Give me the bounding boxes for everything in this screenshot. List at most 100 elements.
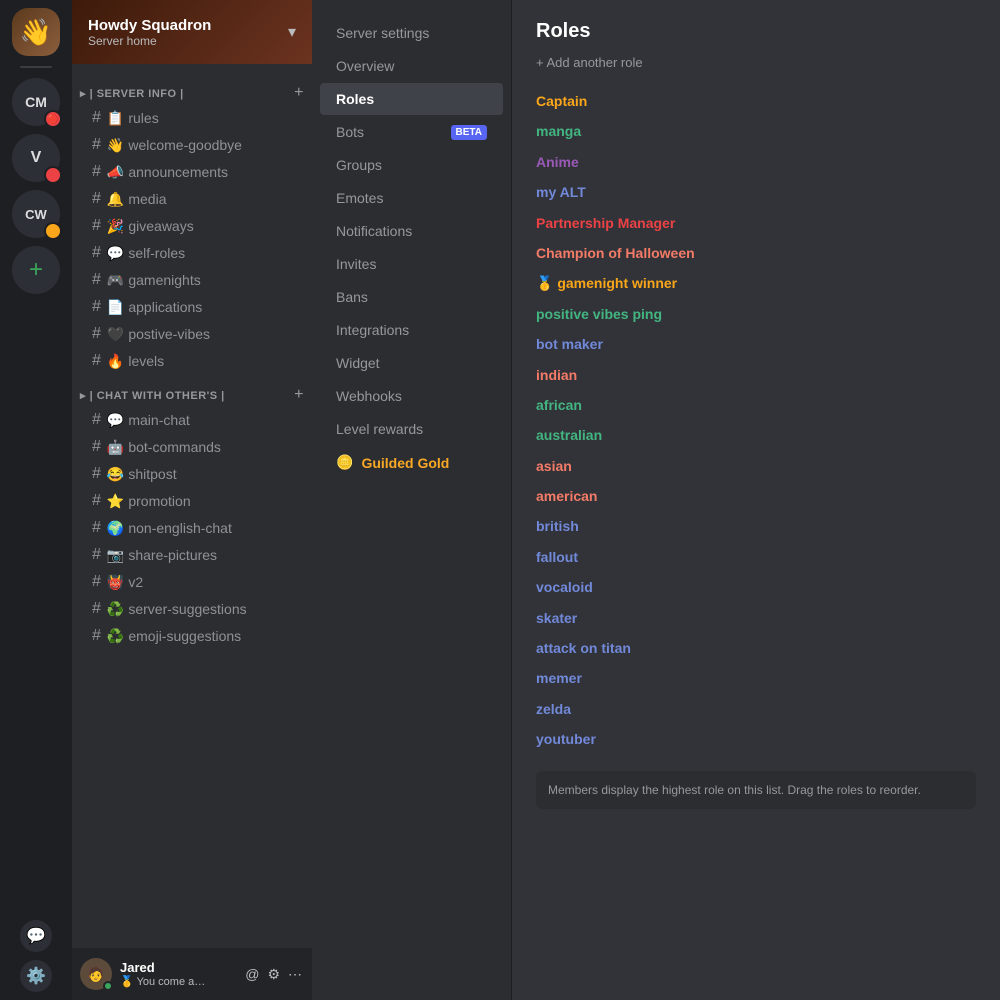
channel-applications[interactable]: #📄 applications [76, 294, 308, 320]
channel-bot-commands[interactable]: #🤖 bot-commands [76, 434, 308, 460]
role-item[interactable]: memer [536, 663, 976, 693]
server-cm-badge: 🔴 [44, 110, 62, 128]
channel-v2[interactable]: #👹 v2 [76, 569, 308, 595]
role-item[interactable]: my ALT [536, 177, 976, 207]
role-item[interactable]: skater [536, 603, 976, 633]
hash-icon: # [92, 573, 101, 591]
channel-sidebar: Howdy Squadron Server home ▾ ▸ | Server … [72, 0, 312, 1000]
settings-item-webhooks[interactable]: Webhooks [320, 380, 503, 412]
roles-footer-text: Members display the highest role on this… [548, 783, 921, 797]
settings-user-icon[interactable]: ⚙ [265, 964, 282, 985]
channel-non-english-chat[interactable]: #🌍 non-english-chat [76, 515, 308, 541]
settings-item-bots[interactable]: Bots BETA [320, 116, 503, 148]
role-item[interactable]: asian [536, 451, 976, 481]
role-item[interactable]: youtuber [536, 724, 976, 754]
roles-footer: Members display the highest role on this… [536, 771, 976, 809]
channel-emoji-suggestions[interactable]: #♻️ emoji-suggestions [76, 623, 308, 649]
hash-icon: # [92, 298, 101, 316]
settings-item-bans[interactable]: Bans [320, 281, 503, 313]
user-name: Jared [120, 960, 235, 975]
roles-panel: Roles + Add another role CaptainmangaAni… [512, 0, 1000, 1000]
channel-promotion[interactable]: #⭐ promotion [76, 488, 308, 514]
role-item[interactable]: british [536, 511, 976, 541]
channel-gamenights[interactable]: #🎮 gamenights [76, 267, 308, 293]
server-icon-cm[interactable]: CM 🔴 [12, 78, 60, 126]
user-avatar: 🧑 [80, 958, 112, 990]
channel-server-suggestions[interactable]: #♻️ server-suggestions [76, 596, 308, 622]
server-icon-howdy[interactable]: 👋 [12, 8, 60, 56]
settings-item-level-rewards[interactable]: Level rewards [320, 413, 503, 445]
channel-shitpost[interactable]: #😂 shitpost [76, 461, 308, 487]
role-item[interactable]: american [536, 481, 976, 511]
category-server-info-label: ▸ | Server Info | [80, 87, 184, 100]
role-item[interactable]: indian [536, 360, 976, 390]
channel-rules[interactable]: #📋 rules [76, 105, 308, 131]
role-item[interactable]: australian [536, 420, 976, 450]
channel-postive-vibes[interactable]: #🖤 postive-vibes [76, 321, 308, 347]
hash-icon: # [92, 325, 101, 343]
add-server-button[interactable]: + [12, 246, 60, 294]
server-icon-v[interactable]: V [12, 134, 60, 182]
role-item[interactable]: bot maker [536, 329, 976, 359]
channel-announcements[interactable]: #📣 announcements [76, 159, 308, 185]
role-item[interactable]: Anime [536, 147, 976, 177]
channel-welcome-goodbye[interactable]: #👋 welcome-goodbye [76, 132, 308, 158]
role-item[interactable]: african [536, 390, 976, 420]
role-item[interactable]: Partnership Manager [536, 208, 976, 238]
settings-item-roles[interactable]: Roles [320, 83, 503, 115]
settings-item-widget[interactable]: Widget [320, 347, 503, 379]
channel-share-pictures[interactable]: #📷 share-pictures [76, 542, 308, 568]
category-chat-others-label: ▸ | Chat With other's | [80, 389, 225, 402]
hash-icon: # [92, 627, 101, 645]
add-channel-server-info[interactable]: + [294, 84, 304, 102]
hash-icon: # [92, 600, 101, 618]
channel-media[interactable]: #🔔 media [76, 186, 308, 212]
user-status: 🥇 You come again... [120, 975, 210, 988]
add-role-button[interactable]: + Add another role [536, 55, 976, 70]
hash-icon: # [92, 411, 101, 429]
channel-self-roles[interactable]: #💬 self-roles [76, 240, 308, 266]
dm-icon[interactable]: 💬 [20, 920, 52, 952]
user-info: Jared 🥇 You come again... [120, 960, 235, 988]
chevron-down-icon: ▾ [288, 22, 296, 42]
role-item[interactable]: positive vibes ping [536, 299, 976, 329]
settings-icon[interactable]: ⚙️ [20, 960, 52, 992]
server-v-label: V [31, 149, 42, 167]
channel-list: ▸ | Server Info | + #📋 rules #👋 welcome-… [72, 64, 312, 948]
server-icon-cw[interactable]: CW [12, 190, 60, 238]
role-item[interactable]: zelda [536, 694, 976, 724]
channel-levels[interactable]: #🔥 levels [76, 348, 308, 374]
settings-item-groups[interactable]: Groups [320, 149, 503, 181]
user-area: 🧑 Jared 🥇 You come again... @ ⚙ ⋯ [72, 948, 312, 1000]
settings-item-overview[interactable]: Overview [320, 50, 503, 82]
server-name: Howdy Squadron [88, 17, 211, 34]
category-server-info[interactable]: ▸ | Server Info | + [72, 80, 312, 104]
hash-icon: # [92, 438, 101, 456]
role-item[interactable]: attack on titan [536, 633, 976, 663]
role-item[interactable]: fallout [536, 542, 976, 572]
channel-main-chat[interactable]: #💬 main-chat [76, 407, 308, 433]
settings-item-guilded-gold[interactable]: 🪙 Guilded Gold [320, 446, 503, 479]
hash-icon: # [92, 109, 101, 127]
settings-item-integrations[interactable]: Integrations [320, 314, 503, 346]
mention-icon[interactable]: @ [243, 964, 261, 985]
roles-list: CaptainmangaAnimemy ALTPartnership Manag… [536, 86, 976, 755]
hash-icon: # [92, 190, 101, 208]
role-item[interactable]: manga [536, 116, 976, 146]
settings-item-server-settings[interactable]: Server settings [320, 17, 503, 49]
role-item[interactable]: Champion of Halloween [536, 238, 976, 268]
settings-item-invites[interactable]: Invites [320, 248, 503, 280]
channel-giveaways[interactable]: #🎉 giveaways [76, 213, 308, 239]
server-v-badge [44, 166, 62, 184]
server-header[interactable]: Howdy Squadron Server home ▾ [72, 0, 312, 64]
role-item[interactable]: 🥇 gamenight winner [536, 268, 976, 298]
settings-item-notifications[interactable]: Notifications [320, 215, 503, 247]
role-item[interactable]: Captain [536, 86, 976, 116]
role-item[interactable]: vocaloid [536, 572, 976, 602]
more-icon[interactable]: ⋯ [286, 964, 304, 985]
category-chat-others[interactable]: ▸ | Chat With other's | + [72, 382, 312, 406]
hash-icon: # [92, 244, 101, 262]
settings-item-emotes[interactable]: Emotes [320, 182, 503, 214]
hash-icon: # [92, 352, 101, 370]
add-channel-chat-others[interactable]: + [294, 386, 304, 404]
